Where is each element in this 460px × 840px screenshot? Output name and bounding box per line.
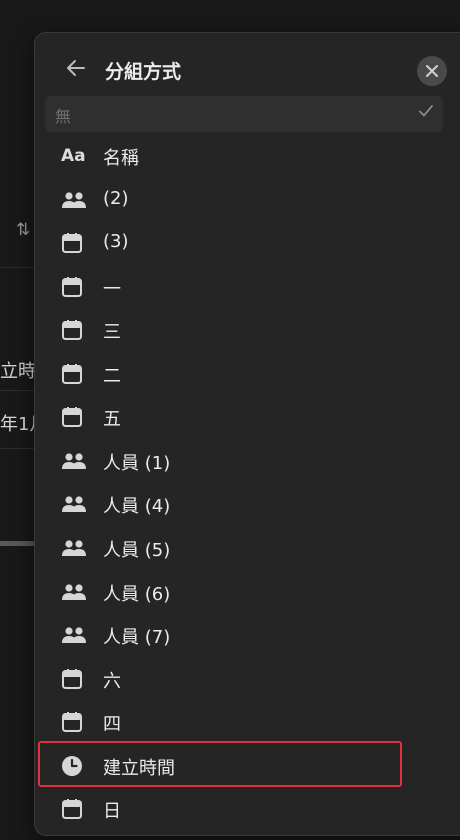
- group-option-item[interactable]: 三: [45, 309, 443, 349]
- checkmark-icon: [419, 105, 433, 117]
- close-button[interactable]: [417, 56, 447, 86]
- people-icon: [61, 537, 87, 559]
- text-type-icon: Aa: [61, 145, 87, 167]
- group-by-popover: 分組方式 無 Aa 名稱 (2) (3) 一三二五人員 (1) 人員 (4) 人員 (5) 人…: [34, 32, 460, 836]
- group-option-item[interactable]: 建立時間: [45, 745, 443, 785]
- people-icon: [61, 493, 87, 515]
- group-option-item[interactable]: 人員 (4): [45, 483, 443, 523]
- popover-header: 分組方式: [35, 33, 460, 93]
- option-label: 日: [103, 801, 121, 823]
- option-label: 人員 (4): [103, 496, 171, 518]
- calendar-icon: [61, 232, 87, 254]
- group-option-item[interactable]: 人員 (5): [45, 527, 443, 567]
- close-icon: [426, 65, 438, 77]
- group-option-item[interactable]: 二: [45, 353, 443, 393]
- option-label: (3): [103, 231, 129, 253]
- group-option-item[interactable]: 一: [45, 266, 443, 306]
- arrow-left-icon: [67, 60, 85, 76]
- calendar-icon: [61, 711, 87, 733]
- group-option-item[interactable]: (2): [45, 179, 443, 219]
- group-option-item[interactable]: 六: [45, 658, 443, 698]
- group-option-none[interactable]: 無: [45, 96, 443, 132]
- popover-title: 分組方式: [105, 61, 182, 83]
- calendar-icon: [61, 319, 87, 341]
- calendar-icon: [61, 668, 87, 690]
- option-label: 人員 (7): [103, 627, 171, 649]
- back-button[interactable]: [63, 55, 89, 81]
- group-option-item[interactable]: 人員 (7): [45, 614, 443, 654]
- option-label: 人員 (5): [103, 539, 171, 561]
- group-option-item[interactable]: 四: [45, 701, 443, 741]
- option-label: 一: [103, 278, 121, 300]
- option-label: 六: [103, 670, 121, 692]
- group-option-item[interactable]: 五: [45, 396, 443, 436]
- group-option-item[interactable]: 人員 (1): [45, 440, 443, 480]
- group-option-item[interactable]: 人員 (6): [45, 571, 443, 611]
- sort-icon[interactable]: ⇅: [16, 220, 30, 240]
- calendar-icon: [61, 276, 87, 298]
- option-label: 三: [103, 322, 121, 344]
- text-type-glyph: Aa: [61, 146, 86, 166]
- option-label: 二: [103, 365, 121, 387]
- option-label: 名稱: [103, 148, 139, 169]
- group-option-item[interactable]: 日: [45, 788, 443, 828]
- background-column-header: 立時: [0, 361, 36, 382]
- clock-icon: [61, 755, 87, 777]
- option-label: 無: [55, 107, 72, 126]
- calendar-icon: [61, 363, 87, 385]
- people-icon: [61, 581, 87, 603]
- calendar-icon: [61, 406, 87, 428]
- option-label: 建立時間: [103, 757, 175, 779]
- people-icon: [61, 450, 87, 472]
- calendar-icon: [61, 798, 87, 820]
- people-icon: [61, 189, 87, 211]
- group-option-item[interactable]: Aa 名稱: [45, 135, 443, 175]
- option-label: 人員 (1): [103, 452, 171, 474]
- group-option-item[interactable]: (3): [45, 222, 443, 262]
- option-label: 人員 (6): [103, 583, 171, 605]
- option-label: (2): [103, 187, 129, 209]
- option-label: 四: [103, 714, 121, 736]
- option-label: 五: [103, 409, 121, 431]
- people-icon: [61, 624, 87, 646]
